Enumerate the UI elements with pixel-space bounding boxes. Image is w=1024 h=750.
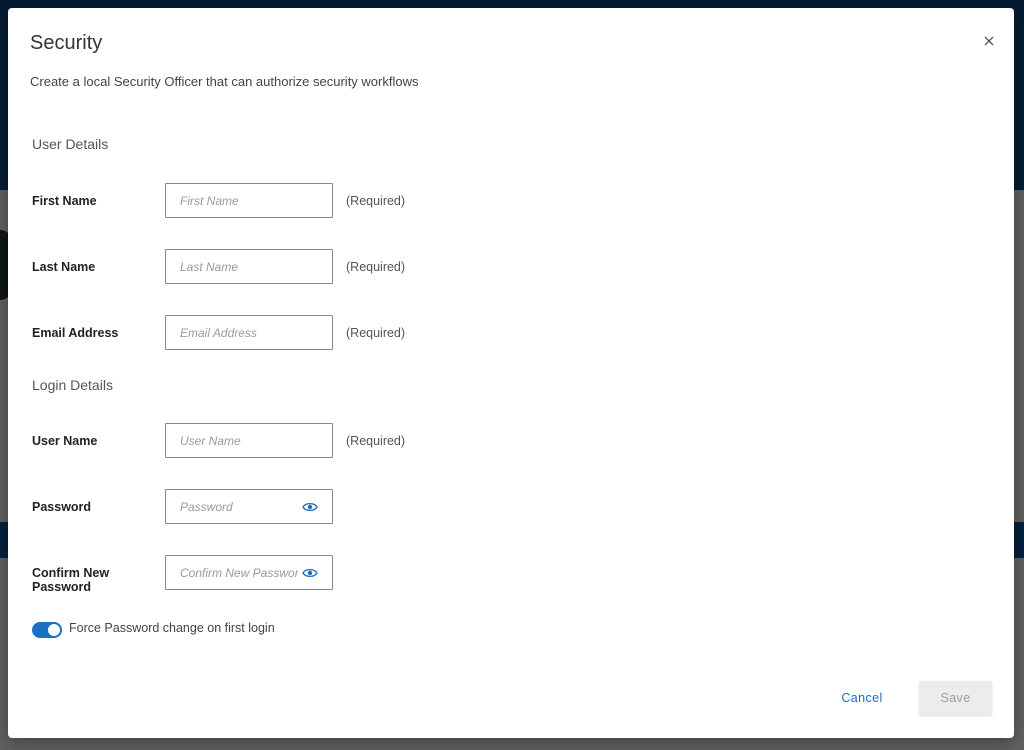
eye-icon[interactable]: [302, 567, 318, 579]
dialog-title: Security: [30, 32, 103, 54]
first-name-input[interactable]: [180, 193, 318, 208]
email-input[interactable]: [180, 325, 318, 340]
last-name-required-hint: (Required): [346, 260, 406, 274]
email-field: [165, 315, 333, 350]
force-password-change-label: Force Password change on first login: [69, 621, 275, 635]
first-name-required-hint: (Required): [346, 194, 406, 208]
password-input[interactable]: [180, 499, 298, 514]
password-label: Password: [32, 500, 92, 514]
login-details-heading: Login Details: [32, 377, 113, 393]
save-button[interactable]: Save: [919, 681, 992, 715]
user-name-field: [165, 423, 333, 458]
last-name-input[interactable]: [180, 259, 318, 274]
confirm-password-field: [165, 555, 333, 590]
password-field: [165, 489, 333, 524]
user-name-label: User Name: [32, 434, 98, 448]
close-icon: [984, 36, 994, 46]
confirm-password-label: Confirm New Password: [32, 566, 110, 594]
last-name-field: [165, 249, 333, 284]
confirm-password-input[interactable]: [180, 565, 298, 580]
security-dialog: Security Create a local Security Officer…: [8, 8, 1014, 738]
email-label: Email Address: [32, 326, 119, 340]
email-required-hint: (Required): [346, 326, 406, 340]
close-button[interactable]: [978, 30, 1000, 52]
dialog-description: Create a local Security Officer that can…: [30, 74, 419, 89]
first-name-label: First Name: [32, 194, 97, 208]
cancel-button[interactable]: Cancel: [824, 684, 900, 712]
user-name-required-hint: (Required): [346, 434, 406, 448]
user-name-input[interactable]: [180, 433, 318, 448]
eye-icon[interactable]: [302, 501, 318, 513]
first-name-field: [165, 183, 333, 218]
last-name-label: Last Name: [32, 260, 96, 274]
user-details-heading: User Details: [32, 136, 109, 152]
toggle-knob: [48, 624, 60, 636]
force-password-change-toggle[interactable]: [32, 622, 62, 638]
